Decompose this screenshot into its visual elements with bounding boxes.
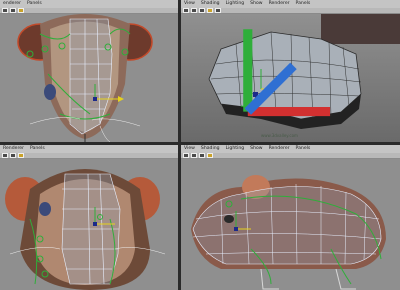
- eye-ref: [224, 215, 234, 223]
- lighting-icon[interactable]: [18, 153, 24, 158]
- viewport-toolbar: [0, 153, 178, 159]
- maya-four-view-layout: enderer Panels View Shading Lighting Sho…: [0, 0, 400, 290]
- menu-lighting[interactable]: Lighting: [223, 0, 248, 8]
- viewport-toolbar: [181, 153, 400, 159]
- wireframe-icon[interactable]: [199, 8, 205, 13]
- grid-icon[interactable]: [191, 8, 197, 13]
- menu-panels[interactable]: Panels: [293, 145, 314, 153]
- side-view-model: [191, 175, 386, 290]
- camera-icon[interactable]: [2, 153, 8, 158]
- menu-shading[interactable]: Shading: [198, 0, 223, 8]
- isolate-icon[interactable]: [215, 8, 221, 13]
- menu-panels[interactable]: Panels: [293, 0, 314, 8]
- side-viewport-panel[interactable]: View Shading Lighting Show Renderer Pane…: [181, 145, 400, 290]
- xyz-axis-icon: [243, 29, 331, 117]
- side-front-viewport-panel[interactable]: Renderer Panels: [0, 145, 178, 290]
- camera-icon[interactable]: [183, 8, 189, 13]
- menu-view[interactable]: View: [181, 0, 198, 8]
- viewport-toolbar: [181, 8, 400, 14]
- menu-renderer[interactable]: enderer: [0, 0, 24, 8]
- menu-show[interactable]: Show: [247, 145, 265, 153]
- front-viewport-panel[interactable]: enderer Panels: [0, 0, 178, 142]
- menu-renderer[interactable]: Renderer: [0, 145, 27, 153]
- menu-panels[interactable]: Panels: [27, 145, 48, 153]
- lighting-icon[interactable]: [207, 8, 213, 13]
- lighting-icon[interactable]: [18, 8, 24, 13]
- menu-view[interactable]: View: [181, 145, 198, 153]
- grid-icon[interactable]: [10, 8, 16, 13]
- front-view-model: [17, 14, 153, 142]
- menu-lighting[interactable]: Lighting: [223, 145, 248, 153]
- move-manipulator-icon[interactable]: [234, 227, 238, 231]
- eye-left-ref: [44, 84, 56, 100]
- side-view-canvas[interactable]: [181, 159, 400, 290]
- move-manipulator-icon[interactable]: [118, 96, 124, 102]
- wireframe-icon[interactable]: [199, 153, 205, 158]
- mesh-wireframe: [61, 173, 121, 285]
- move-manipulator-icon[interactable]: [93, 222, 97, 226]
- menu-renderer[interactable]: Renderer: [266, 0, 293, 8]
- reference-view-canvas[interactable]: [0, 159, 178, 290]
- eye-left-ref: [39, 202, 51, 216]
- lighting-icon[interactable]: [207, 153, 213, 158]
- reference-view-model: [5, 169, 166, 290]
- watermark-text: www.3dvalley.com: [261, 133, 298, 138]
- menu-shading[interactable]: Shading: [198, 145, 223, 153]
- front-view-canvas[interactable]: [0, 14, 178, 142]
- menu-renderer[interactable]: Renderer: [266, 145, 293, 153]
- menu-panels[interactable]: Panels: [24, 0, 45, 8]
- grid-icon[interactable]: [191, 153, 197, 158]
- camera-icon[interactable]: [183, 153, 189, 158]
- menu-show[interactable]: Show: [247, 0, 265, 8]
- perspective-view-canvas[interactable]: www.3dvalley.com: [181, 14, 400, 142]
- perspective-viewport-panel[interactable]: View Shading Lighting Show Renderer Pane…: [181, 0, 400, 142]
- camera-icon[interactable]: [2, 8, 8, 13]
- viewport-toolbar: [0, 8, 178, 14]
- grid-icon[interactable]: [10, 153, 16, 158]
